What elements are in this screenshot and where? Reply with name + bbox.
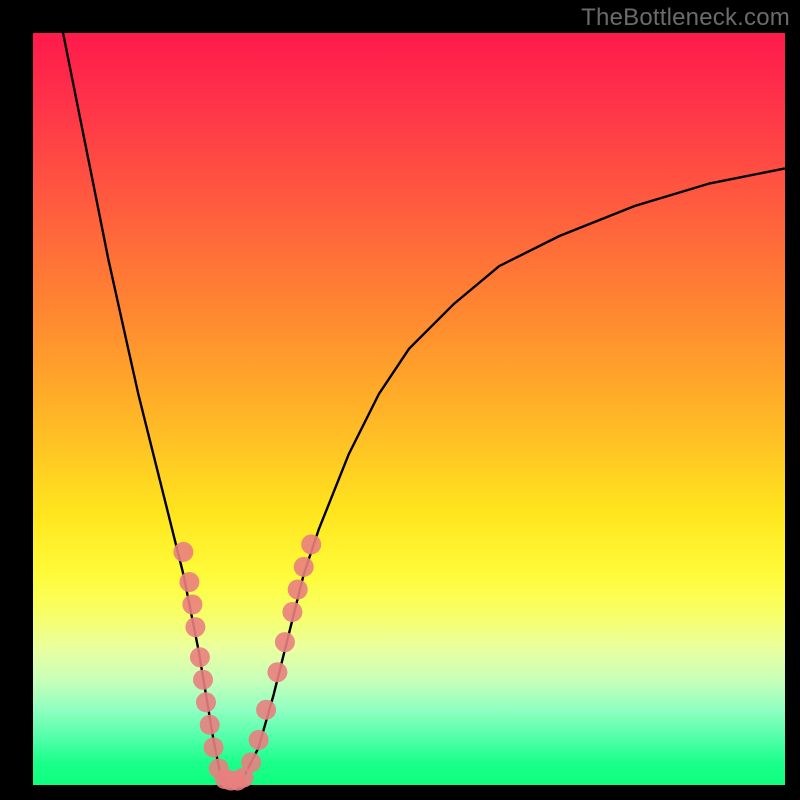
data-marker [200,715,220,735]
data-marker [267,662,287,682]
data-marker [288,580,308,600]
data-marker [190,647,210,667]
data-marker [282,602,302,622]
data-marker [249,730,269,750]
watermark-text: TheBottleneck.com [581,4,790,32]
data-marker [275,632,295,652]
data-markers [173,534,321,790]
plot-area [33,33,785,785]
data-marker [196,692,216,712]
data-marker [182,595,202,615]
data-marker [301,534,321,554]
data-marker [204,737,224,757]
data-marker [185,617,205,637]
data-marker [173,542,193,562]
data-marker [294,557,314,577]
bottleneck-curve [63,33,785,785]
data-marker [179,572,199,592]
chart-svg [33,33,785,785]
data-marker [241,752,261,772]
data-marker [193,670,213,690]
chart-frame: TheBottleneck.com [0,0,800,800]
data-marker [256,700,276,720]
